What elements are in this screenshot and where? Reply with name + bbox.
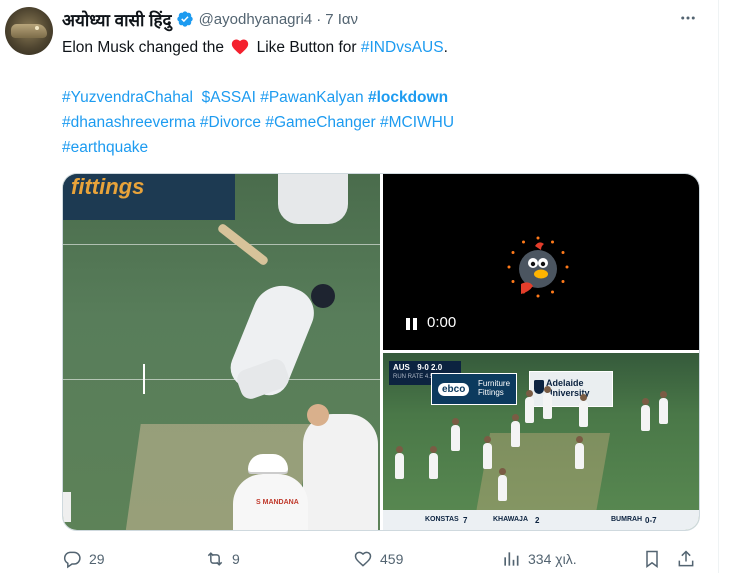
- more-icon: [681, 16, 695, 20]
- fielder-figure: [641, 398, 650, 431]
- ticker-bowler: BUMRAH: [611, 516, 643, 523]
- tweet-text-spacer: [62, 60, 702, 85]
- crease-line: [143, 364, 145, 394]
- hashtag-link[interactable]: #INDvsAUS: [361, 39, 444, 56]
- tweet-timestamp[interactable]: 7 Ιαν: [325, 11, 358, 28]
- fielder-figure: [395, 446, 404, 479]
- ticker-bowler-figures: 0-7: [645, 516, 657, 525]
- video-timestamp: 0:00: [427, 314, 457, 331]
- avatar-crocodile-shape: [11, 24, 47, 38]
- hashtag-link[interactable]: #earthquake: [62, 139, 148, 156]
- partial-figure: [63, 492, 71, 522]
- like-icon: [354, 551, 372, 567]
- hashtag-link[interactable]: #YuzvendraChahal: [62, 89, 193, 106]
- share-icon: [678, 550, 694, 567]
- tweet-text-line-2: #YuzvendraChahal $ASSAI #PawanKalyan #lo…: [62, 85, 702, 110]
- media-video-player[interactable]: 0:00: [383, 174, 699, 350]
- boundary-banner: fittings: [63, 174, 235, 220]
- field-stripe: [63, 379, 380, 380]
- author-handle[interactable]: @ayodhyanagri4: [199, 11, 313, 28]
- avatar-crocodile-eye: [35, 26, 39, 30]
- tweet-text-part: .: [443, 39, 448, 56]
- hashtag-link[interactable]: #MCIWHU: [380, 114, 454, 131]
- hashtag-link[interactable]: #lockdown: [368, 89, 448, 106]
- more-options-button[interactable]: [678, 8, 698, 28]
- fielder-figure: [429, 446, 438, 479]
- ad-text: Furniture Fittings: [478, 379, 511, 397]
- ad-brand: ebco: [438, 383, 470, 396]
- ticker-batter-2-runs: 2: [535, 516, 540, 525]
- loading-spinner-icon: [507, 236, 569, 298]
- reply-button[interactable]: 29: [62, 545, 105, 573]
- hashtag-link[interactable]: #GameChanger: [265, 114, 375, 131]
- share-button[interactable]: [676, 545, 696, 573]
- umpire-hat: [248, 454, 288, 472]
- ticker-batter-2: KHAWAJA: [493, 516, 529, 523]
- like-count: 459: [380, 551, 404, 567]
- repost-count: 9: [232, 551, 240, 567]
- media-photo-cricket-shot[interactable]: fittings S MANDANA: [63, 174, 380, 530]
- umpire-shirt-text: S MANDANA: [256, 499, 299, 506]
- fielder-figure: [575, 436, 584, 469]
- tweet-text-part: Like Button for: [252, 39, 361, 56]
- scoreboard-overs: 2.0: [431, 363, 443, 372]
- view-count: 334 χιλ.: [528, 551, 577, 567]
- avatar[interactable]: [5, 7, 53, 55]
- umpire-figure: [498, 468, 507, 501]
- ticker-batter-1: KONSTAS: [425, 516, 459, 523]
- fielder-figure: [511, 414, 520, 447]
- tweet-text-part: Elon Musk changed the: [62, 39, 229, 56]
- fielder-figure: [579, 394, 588, 427]
- tweet-header: अयोध्या वासी हिंदु @ayodhyanagri4 · 7 Ια…: [62, 7, 358, 31]
- tweet-text-line-1: Elon Musk changed the Like Button for #I…: [62, 35, 702, 60]
- media-grid: fittings S MANDANA 0:00 AUS 9-0 2.0 RUN …: [62, 173, 700, 531]
- advertising-board: ebco Furniture Fittings: [431, 373, 517, 405]
- bookmark-icon: [646, 550, 658, 568]
- media-photo-cricket-field[interactable]: AUS 9-0 2.0 RUN RATE 4.50 ebco Furniture…: [383, 353, 699, 530]
- fielder-figure: [543, 386, 552, 419]
- views-icon: [504, 552, 519, 566]
- advertising-board: Adelaide University: [529, 371, 613, 407]
- bowler-figure: [303, 414, 378, 530]
- reply-icon: [63, 551, 81, 569]
- ad-text: Adelaide University: [546, 378, 590, 398]
- scoreboard-team: AUS: [393, 363, 410, 372]
- verified-badge-icon: [176, 11, 193, 27]
- views-button[interactable]: 334 χιλ.: [501, 545, 577, 573]
- repost-icon: [207, 552, 223, 566]
- bowler-head: [307, 404, 329, 426]
- fielder-figure: [659, 391, 668, 424]
- repost-button[interactable]: 9: [205, 545, 240, 573]
- field-stripe: [63, 244, 380, 245]
- hashtag-link[interactable]: #dhanashreeverma: [62, 114, 196, 131]
- scoreboard-score: 9-0: [417, 363, 429, 372]
- fielder-figure: [451, 418, 460, 451]
- timeline-divider: [718, 0, 719, 573]
- tweet-body: Elon Musk changed the Like Button for #I…: [62, 35, 702, 160]
- ticker-batter-1-runs: 7: [463, 516, 468, 525]
- reply-count: 29: [89, 551, 105, 567]
- fielder-figure: [525, 390, 534, 423]
- tweet-text-line-3: #dhanashreeverma #Divorce #GameChanger #…: [62, 110, 702, 135]
- separator-dot: ·: [316, 10, 322, 28]
- hashtag-link[interactable]: #Divorce: [200, 114, 261, 131]
- author-display-name[interactable]: अयोध्या वासी हिंदु: [62, 8, 172, 31]
- tweet-action-bar: 29 9 459 334 χιλ.: [62, 545, 702, 573]
- university-crest-icon: [534, 380, 544, 394]
- fielder-figure: [278, 174, 348, 224]
- bookmark-button[interactable]: [642, 545, 662, 573]
- pitch-area: [475, 433, 611, 513]
- cashtag-link[interactable]: $ASSAI: [202, 89, 256, 106]
- tweet-text-line-4: #earthquake: [62, 135, 702, 160]
- heart-emoji-icon: [232, 39, 249, 55]
- tv-score-ticker: KONSTAS 7 KHAWAJA 2 BUMRAH 0-7: [383, 510, 699, 530]
- like-button[interactable]: 459: [353, 545, 403, 573]
- hashtag-link[interactable]: #PawanKalyan: [260, 89, 363, 106]
- pause-icon[interactable]: [405, 317, 419, 331]
- batter-helmet: [311, 284, 335, 308]
- banner-text: fittings: [71, 174, 145, 199]
- fielder-figure: [483, 436, 492, 469]
